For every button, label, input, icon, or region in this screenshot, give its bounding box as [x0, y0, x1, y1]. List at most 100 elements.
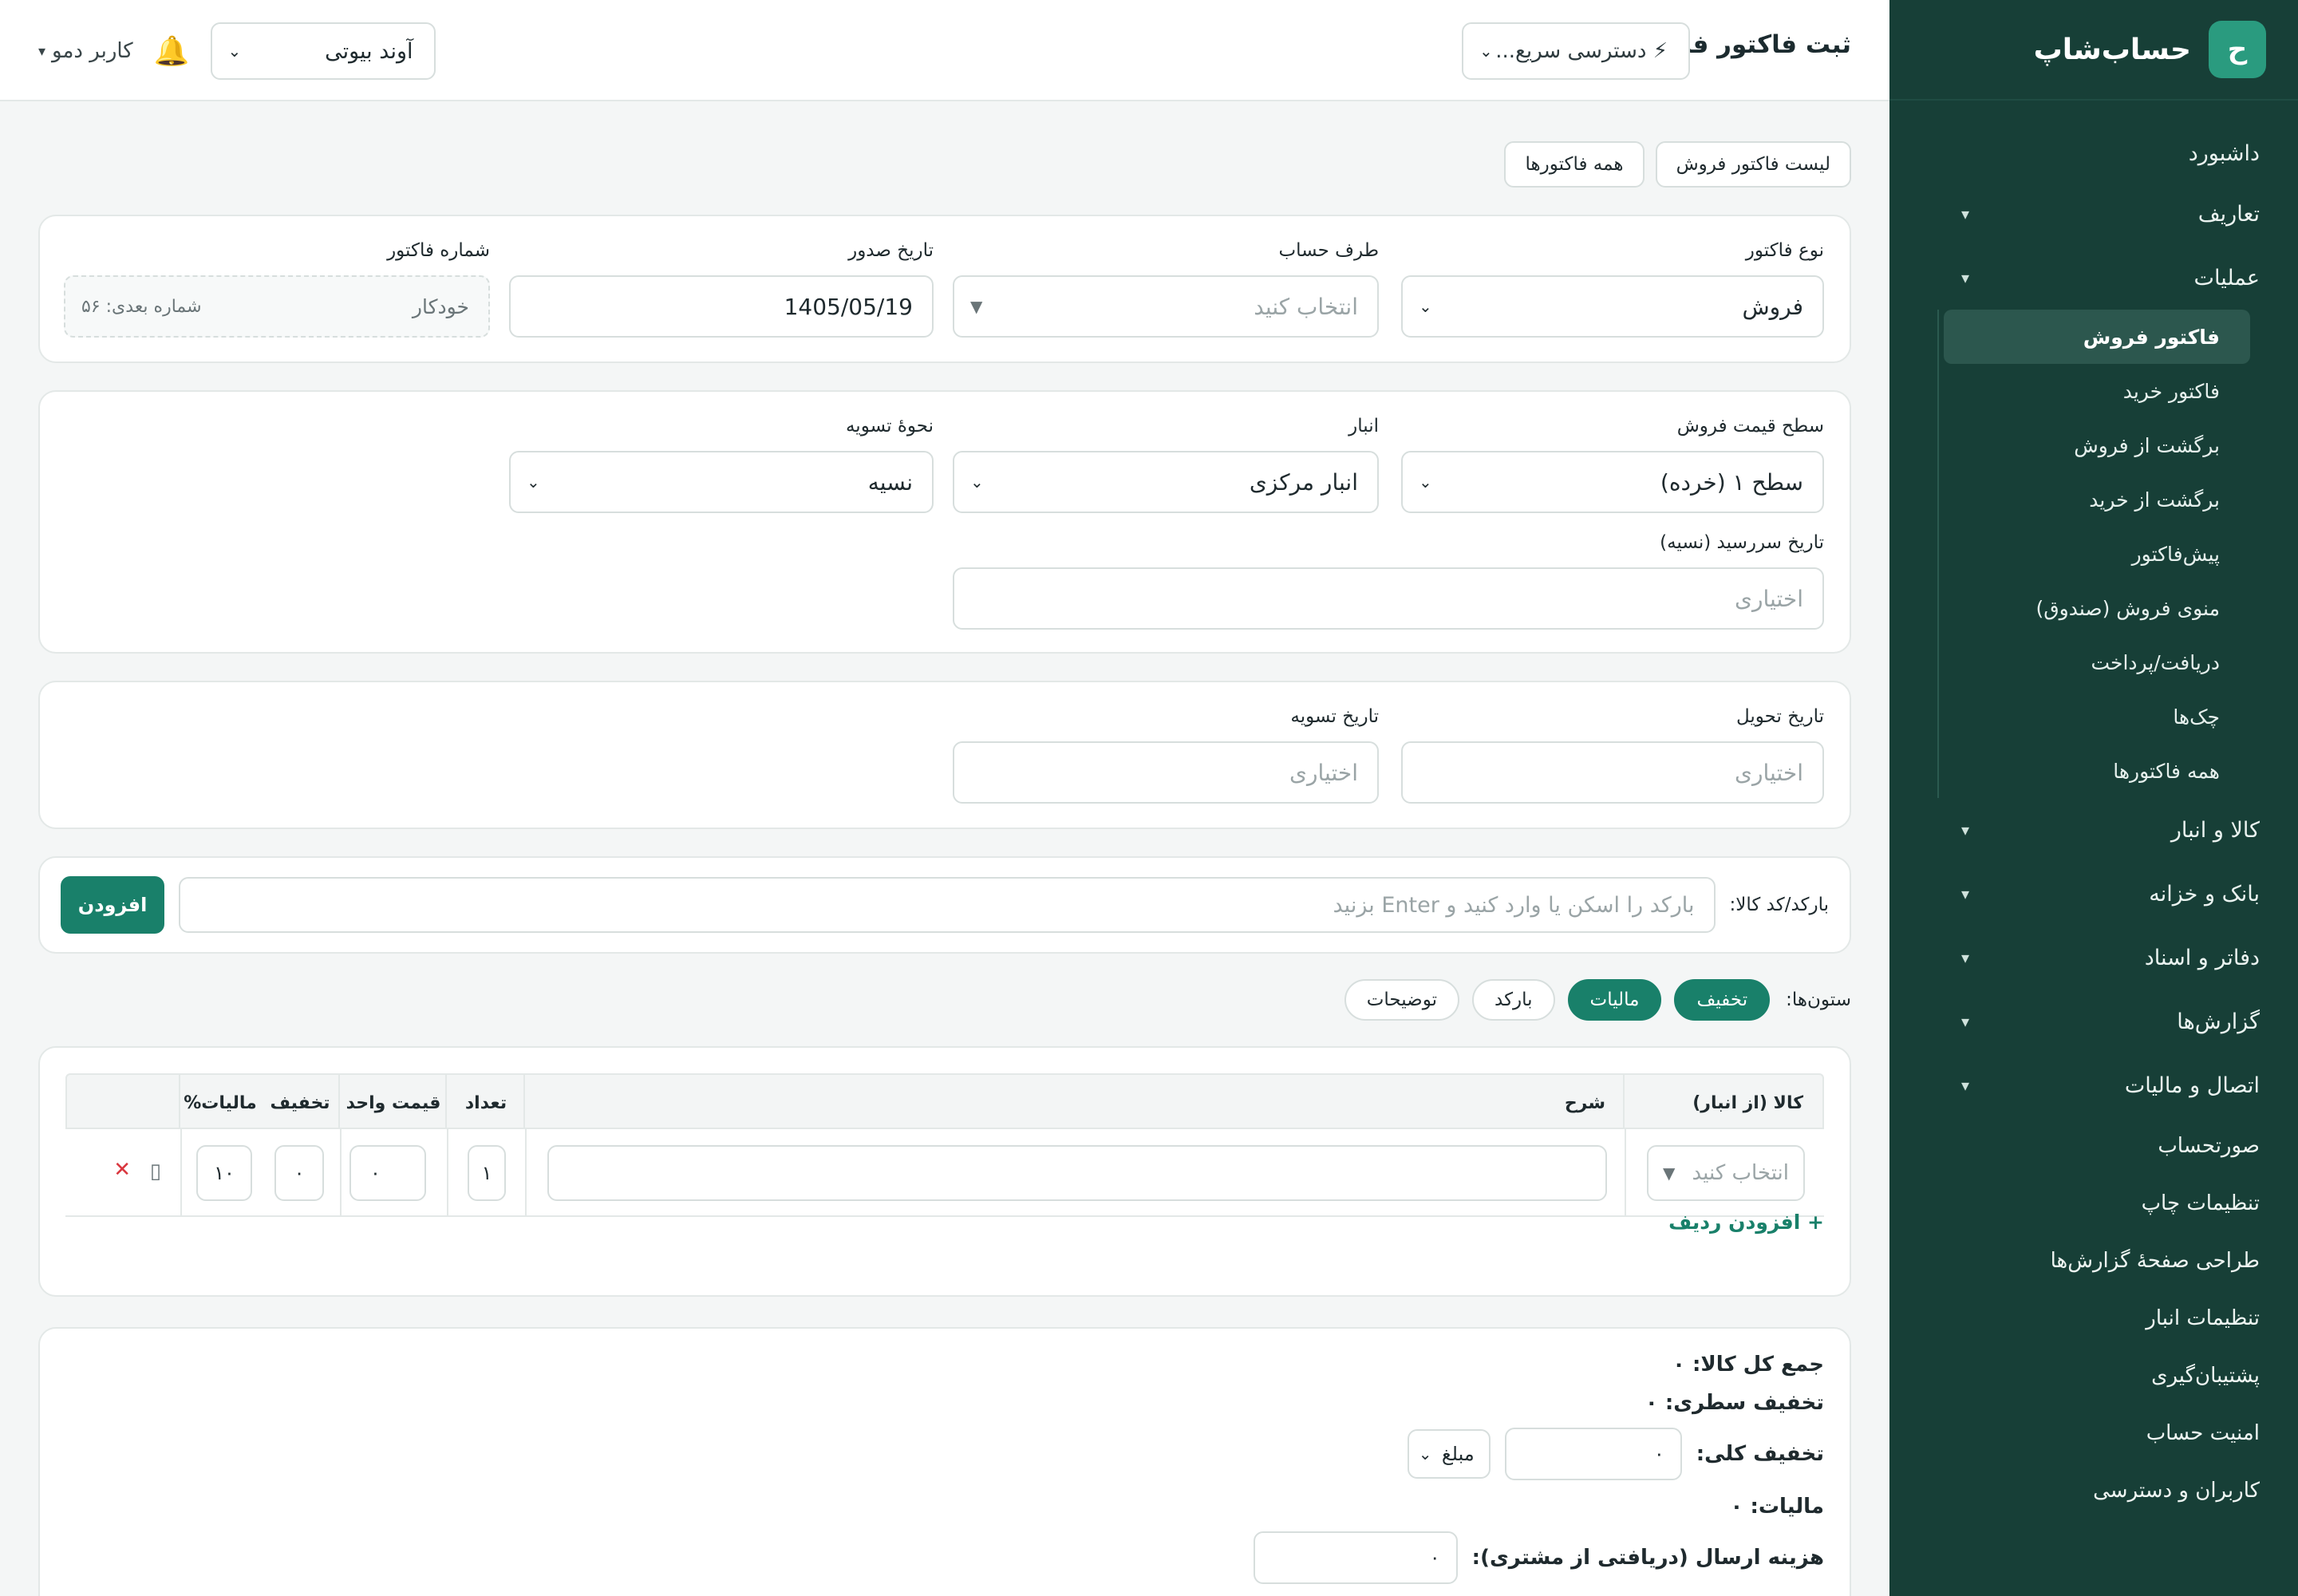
- issue-date-input[interactable]: 1405/05/19: [509, 275, 934, 338]
- sidebar-item-print-settings[interactable]: تنظیمات چاپ: [1889, 1175, 2298, 1232]
- sidebar-item-security[interactable]: امنیت حساب: [1889, 1404, 2298, 1462]
- quick-access-select[interactable]: ⚡ دسترسی سریع... ⌄: [1462, 22, 1690, 80]
- sidebar-item-backup[interactable]: پشتیبان‌گیری: [1889, 1347, 2298, 1404]
- sidebar-item-billing[interactable]: صورتحساب: [1889, 1117, 2298, 1175]
- add-barcode-button[interactable]: افزودن: [61, 876, 164, 934]
- sidebar-group-tax[interactable]: اتصال و مالیات ▾: [1889, 1053, 2298, 1117]
- tax-total-text: مالیات: ۰: [1730, 1495, 1824, 1519]
- due-date-input[interactable]: اختیاری: [953, 567, 1824, 630]
- bell-icon[interactable]: 🔔: [154, 34, 190, 68]
- delivery-date-field: تاریخ تحویل اختیاری: [1401, 706, 1824, 804]
- column-chip-notes[interactable]: توضیحات: [1344, 979, 1459, 1021]
- delivery-date-input[interactable]: اختیاری: [1401, 741, 1824, 804]
- input-placeholder: اختیاری: [1735, 759, 1803, 786]
- tax-input[interactable]: ۱۰: [196, 1145, 252, 1201]
- field-label: تاریخ تسویه: [1290, 706, 1379, 727]
- sidebar-item-purchase-invoice[interactable]: فاکتور خرید: [1949, 364, 2250, 418]
- sidebar-group-operations[interactable]: عملیات ▾: [1889, 246, 2298, 310]
- discount-input[interactable]: ۰: [274, 1145, 324, 1201]
- sidebar-item-receive-pay[interactable]: دریافت/پرداخت: [1949, 635, 2250, 689]
- sidebar-group-inventory[interactable]: کالا و انبار ▾: [1889, 798, 2298, 862]
- sidebar-item-label: عملیات: [2193, 265, 2260, 290]
- chevron-down-icon: ⌄: [1419, 472, 1432, 492]
- column-chip-discount[interactable]: تخفیف: [1674, 979, 1771, 1021]
- column-chip-barcode[interactable]: بارکد: [1472, 979, 1555, 1021]
- sidebar-group-reports[interactable]: گزارش‌ها ▾: [1889, 990, 2298, 1053]
- add-row-button[interactable]: + افزودن ردیف: [1668, 1211, 1824, 1234]
- pricing-card: سطح قیمت فروش سطح ۱ (خرده) ⌄ انبار انبار…: [38, 390, 1851, 654]
- sidebar-item-sales-invoice[interactable]: فاکتور فروش: [1944, 310, 2250, 364]
- sidebar-item-all-invoices[interactable]: همه فاکتورها: [1949, 744, 2250, 798]
- sidebar-item-sales-return[interactable]: برگشت از فروش: [1949, 418, 2250, 472]
- barcode-input[interactable]: بارکد را اسکن یا وارد کنید و Enter بزنید: [179, 877, 1716, 933]
- select-placeholder: انتخاب کنید: [1692, 1161, 1789, 1185]
- sidebar-item-label: بانک و خزانه: [2149, 881, 2260, 907]
- company-select[interactable]: آوند بیوتی ⌄: [210, 22, 436, 80]
- all-invoices-button[interactable]: همه فاکتورها: [1504, 141, 1645, 188]
- settle-date-field: تاریخ تسویه اختیاری: [953, 706, 1379, 804]
- quick-access-label: ⚡ دسترسی سریع...: [1495, 39, 1668, 63]
- input-value: 1405/05/19: [784, 293, 913, 320]
- divider: [179, 1075, 180, 1128]
- warehouse-select[interactable]: انبار مرکزی ⌄: [953, 451, 1379, 513]
- invoice-number-input: خودکار شماره بعدی: ۵۶: [64, 275, 490, 338]
- field-label: انبار: [1348, 416, 1379, 437]
- sidebar-item-label: کالا و انبار: [2170, 817, 2260, 843]
- sidebar-item-pos[interactable]: منوی فروش (صندوق): [1949, 581, 2250, 635]
- chevron-down-icon: ▾: [1961, 820, 1970, 839]
- invoice-type-select[interactable]: فروش ⌄: [1401, 275, 1824, 338]
- unit-price-input[interactable]: ۰: [349, 1145, 426, 1201]
- field-label: نحوهٔ تسویه: [845, 416, 934, 437]
- sidebar-item-warehouse-settings[interactable]: تنظیمات انبار: [1889, 1290, 2298, 1347]
- price-level-field: سطح قیمت فروش سطح ۱ (خرده) ⌄: [1401, 416, 1824, 513]
- sidebar-item-label: گزارش‌ها: [2177, 1009, 2260, 1034]
- field-label: سطح قیمت فروش: [1676, 416, 1824, 437]
- sidebar-item-proforma[interactable]: پیش‌فاکتور: [1949, 527, 2250, 581]
- select-value: انبار مرکزی: [1249, 468, 1358, 496]
- th-qty: تعداد: [464, 1092, 507, 1113]
- sidebar-item-cheques[interactable]: چک‌ها: [1949, 689, 2250, 744]
- settlement-method-select[interactable]: نسیه ⌄: [509, 451, 934, 513]
- chevron-down-icon: ▾: [1961, 204, 1970, 223]
- chevron-down-icon: ▾: [1961, 884, 1970, 903]
- chevron-down-icon: ▾: [38, 42, 46, 60]
- party-select[interactable]: انتخاب کنید ▼: [953, 275, 1379, 338]
- discount-mode-select[interactable]: مبلغ ⌄: [1407, 1429, 1491, 1479]
- sidebar-item-users[interactable]: کاربران و دسترسی: [1889, 1462, 2298, 1519]
- chevron-down-icon: ▾: [1961, 1012, 1970, 1031]
- user-menu[interactable]: کاربر دمو ▾: [38, 39, 133, 63]
- select-value: نسیه: [867, 468, 913, 496]
- th-description: شرح: [1564, 1092, 1605, 1113]
- column-chip-tax[interactable]: مالیات: [1567, 979, 1662, 1021]
- overall-discount-input[interactable]: ۰: [1504, 1428, 1682, 1480]
- sidebar-item-label: دفاتر و اسناد: [2144, 945, 2260, 970]
- sidebar-group-bank[interactable]: بانک و خزانه ▾: [1889, 862, 2298, 926]
- tax-total: مالیات: ۰: [1731, 1495, 1824, 1519]
- qty-input[interactable]: ۱: [468, 1145, 506, 1201]
- delete-row-icon[interactable]: ✕: [113, 1158, 131, 1182]
- sidebar-group-ledgers[interactable]: دفاتر و اسناد ▾: [1889, 926, 2298, 990]
- shipping-input[interactable]: ۰: [1253, 1531, 1458, 1584]
- settle-date-input[interactable]: اختیاری: [953, 741, 1379, 804]
- sidebar-item-purchase-return[interactable]: برگشت از خرید: [1949, 472, 2250, 527]
- items-card: کالا (از انبار) شرح تعداد قیمت واحد تخفی…: [38, 1046, 1851, 1297]
- sidebar-item-dashboard[interactable]: داشبورد: [1889, 124, 2298, 182]
- shipping-row: هزینه ارسال (دریافتی از مشتری): ۰: [1253, 1531, 1824, 1584]
- sales-invoice-list-button[interactable]: لیست فاکتور فروش: [1655, 141, 1851, 188]
- sidebar-group-definitions[interactable]: تعاریف ▾: [1889, 182, 2298, 246]
- price-level-select[interactable]: سطح ۱ (خرده) ⌄: [1401, 451, 1824, 513]
- product-select[interactable]: انتخاب کنید ▼: [1647, 1145, 1805, 1201]
- shipping-label: هزینه ارسال (دریافتی از مشتری):: [1471, 1546, 1824, 1570]
- copy-row-icon[interactable]: ▯: [150, 1159, 161, 1183]
- user-area: کاربر دمو ▾ 🔔 آوند بیوتی ⌄: [38, 22, 436, 80]
- chevron-down-icon: ⌄: [527, 472, 540, 492]
- barcode-row: بارکد/کد کالا: بارکد را اسکن یا وارد کنی…: [40, 858, 1850, 952]
- select-value: سطح ۱ (خرده): [1660, 468, 1803, 496]
- warehouse-field: انبار انبار مرکزی ⌄: [953, 416, 1379, 513]
- user-name: کاربر دمو: [52, 39, 133, 63]
- select-value: فروش: [1742, 293, 1803, 320]
- chevron-down-icon: ▾: [1961, 948, 1970, 967]
- sidebar-item-report-designer[interactable]: طراحی صفحهٔ گزارش‌ها: [1889, 1232, 2298, 1290]
- operations-submenu: فاکتور فروش فاکتور خرید برگشت از فروش بر…: [1937, 310, 2250, 798]
- description-input[interactable]: [547, 1145, 1607, 1201]
